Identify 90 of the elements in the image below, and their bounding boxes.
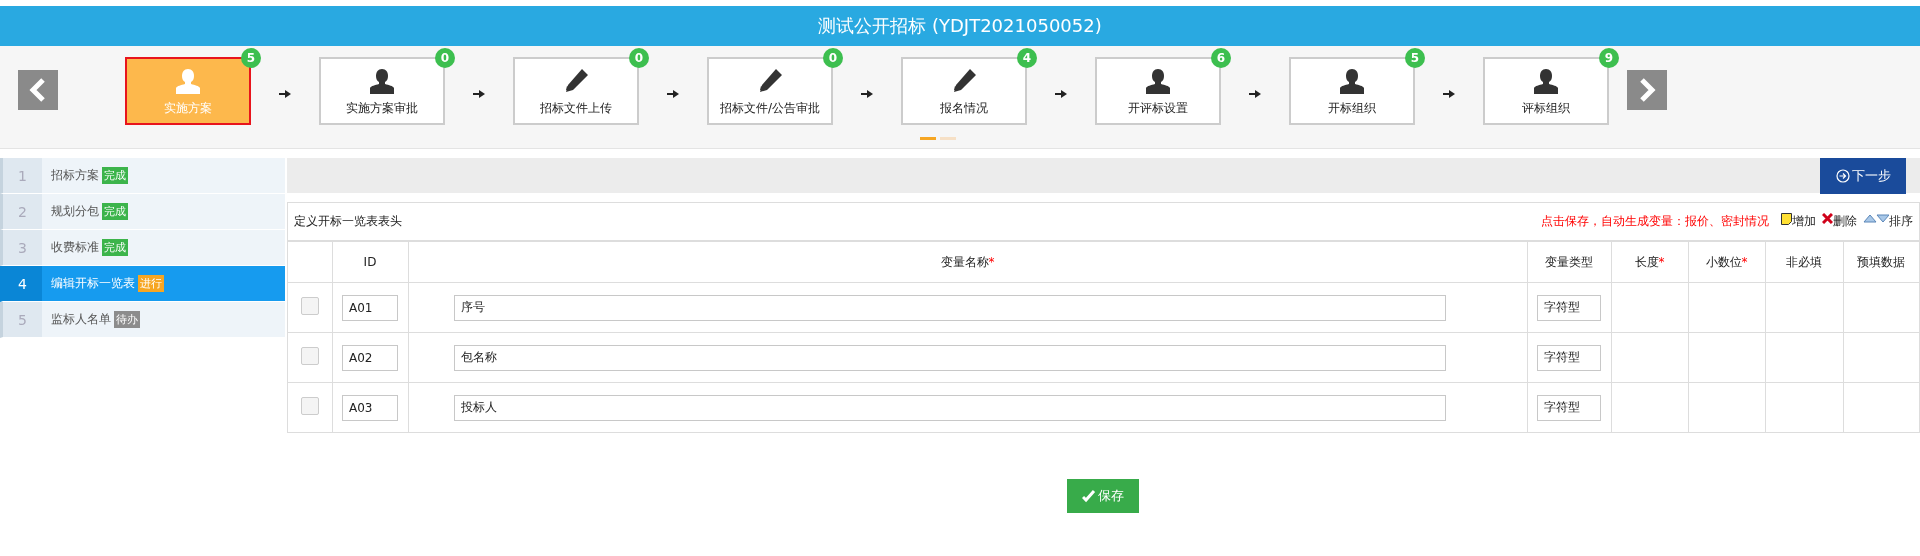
step-label: 招标文件/公告审批	[719, 100, 820, 117]
step-label: 实施方案审批	[346, 100, 418, 117]
variable-name-field[interactable]: 投标人	[453, 394, 1446, 421]
step-number: 5	[3, 302, 42, 337]
sidebar-item[interactable]: 4 编辑开标一览表 进行	[0, 266, 285, 302]
person-icon	[1340, 68, 1364, 94]
column-label: 变量名称	[940, 254, 989, 269]
table-caption: 定义开标一览表表头	[294, 213, 402, 230]
pencil-icon	[757, 68, 783, 94]
next-step-button[interactable]: 下一步	[1820, 158, 1906, 194]
status-tag: 待办	[114, 311, 140, 328]
arrow-right-icon	[279, 89, 291, 99]
row-checkbox[interactable]	[300, 297, 319, 315]
row-checkbox[interactable]	[300, 347, 319, 365]
step-number: 4	[3, 266, 42, 301]
person-icon	[1146, 68, 1170, 94]
page-title: 测试公开招标 (YDJT2021050052)	[0, 6, 1920, 46]
chevron-left-icon	[28, 78, 48, 102]
close-icon	[1822, 213, 1833, 224]
page-indicator[interactable]	[940, 137, 956, 140]
column-label: 非必填	[1786, 254, 1822, 269]
variable-type-field[interactable]: 字符型	[1537, 294, 1601, 321]
step-label: 开评标设置	[1128, 100, 1188, 117]
delete-link[interactable]: 删除	[1822, 213, 1857, 230]
page-indicator[interactable]	[920, 137, 936, 140]
count-badge: 0	[435, 48, 455, 68]
sidebar-item[interactable]: 1 招标方案 完成	[0, 158, 285, 194]
person-icon	[176, 68, 200, 94]
required-mark: *	[988, 254, 995, 269]
step-label: 评标组织	[1522, 100, 1570, 117]
id-field[interactable]: A01	[342, 294, 398, 321]
row-checkbox[interactable]	[300, 397, 319, 415]
step-label: 开标组织	[1328, 100, 1376, 117]
chevron-right-icon	[1637, 78, 1657, 102]
previous-button[interactable]	[18, 70, 58, 110]
step-number: 2	[3, 194, 42, 229]
sidebar-label: 监标人名单	[51, 311, 111, 328]
arrow-right-icon	[861, 89, 873, 99]
check-icon	[1082, 489, 1096, 503]
count-badge: 9	[1599, 48, 1619, 68]
sidebar-item[interactable]: 5 监标人名单 待办	[0, 302, 285, 338]
count-badge: 5	[1405, 48, 1425, 68]
id-field[interactable]: A02	[342, 344, 398, 371]
sidebar-label: 编辑开标一览表	[51, 275, 135, 292]
arrow-right-icon	[1249, 89, 1261, 99]
step-number: 1	[3, 158, 42, 193]
step-label: 报名情况	[940, 100, 988, 117]
sidebar-label: 收费标准	[51, 239, 99, 256]
sidebar-label: 规划分包	[51, 203, 99, 220]
pencil-icon	[951, 68, 977, 94]
arrow-right-icon	[1443, 89, 1455, 99]
arrow-right-icon	[1055, 89, 1067, 99]
variable-type-field[interactable]: 字符型	[1537, 344, 1601, 371]
count-badge: 6	[1211, 48, 1231, 68]
status-tag: 完成	[102, 167, 128, 184]
sidebar-label: 招标方案	[51, 167, 99, 184]
variable-name-field[interactable]: 序号	[453, 294, 1446, 321]
status-tag: 完成	[102, 239, 128, 256]
variable-name-field[interactable]: 包名称	[453, 344, 1446, 371]
count-badge: 5	[241, 48, 261, 68]
hint-text: 点击保存，自动生成变量：报价、密封情况	[1541, 213, 1769, 230]
step-number: 3	[3, 230, 42, 265]
sort-link[interactable]: 排序	[1863, 213, 1913, 230]
required-mark: *	[1741, 254, 1748, 269]
arrow-right-icon	[667, 89, 679, 99]
required-mark: *	[1658, 254, 1665, 269]
column-label: 变量类型	[1545, 254, 1593, 269]
note-icon	[1781, 213, 1792, 225]
step-label: 招标文件上传	[540, 100, 612, 117]
status-tag: 进行	[138, 275, 164, 292]
count-badge: 4	[1017, 48, 1037, 68]
id-field[interactable]: A03	[342, 394, 398, 421]
column-label: 小数位	[1705, 254, 1742, 269]
person-icon	[370, 68, 394, 94]
up-down-icon	[1863, 213, 1889, 223]
sidebar-item[interactable]: 2 规划分包 完成	[0, 194, 285, 230]
column-label: ID	[363, 255, 377, 269]
step-label: 实施方案	[164, 100, 212, 117]
person-icon	[1534, 68, 1558, 94]
variable-type-field[interactable]: 字符型	[1537, 394, 1601, 421]
count-badge: 0	[823, 48, 843, 68]
next-page-button[interactable]	[1627, 70, 1667, 110]
arrow-right-icon	[473, 89, 485, 99]
sidebar-item[interactable]: 3 收费标准 完成	[0, 230, 285, 266]
count-badge: 0	[629, 48, 649, 68]
pencil-icon	[563, 68, 589, 94]
status-tag: 完成	[102, 203, 128, 220]
add-link[interactable]: 增加	[1781, 213, 1816, 230]
column-label: 长度	[1634, 254, 1659, 269]
column-label: 预填数据	[1857, 254, 1906, 269]
